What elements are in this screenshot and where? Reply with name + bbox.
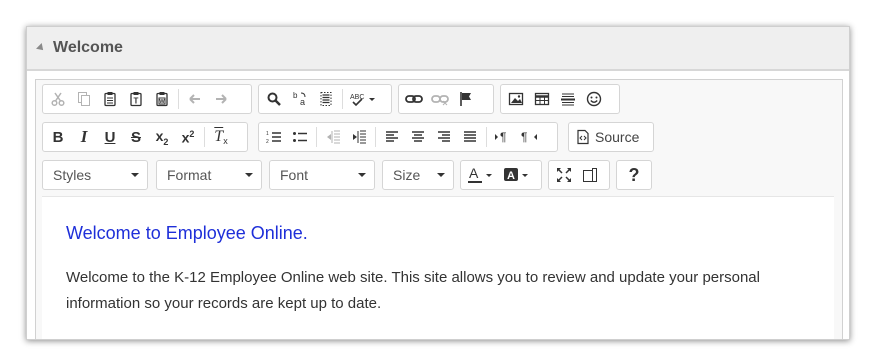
clipboard-group: T W (42, 84, 252, 114)
show-blocks-icon[interactable] (577, 162, 603, 188)
welcome-panel: Welcome T W b a ABC B I U S x2 x2 T x 1 … (26, 26, 850, 340)
svg-text:¶: ¶ (521, 130, 527, 144)
italic-icon[interactable]: I (71, 124, 97, 150)
format-dropdown[interactable]: Format (156, 160, 262, 190)
panel-title: Welcome (53, 39, 123, 56)
svg-text:A: A (469, 166, 479, 181)
size-dropdown[interactable]: Size (382, 160, 454, 190)
collapse-icon[interactable] (36, 43, 46, 53)
align-left-icon[interactable] (379, 124, 405, 150)
find-icon[interactable] (261, 86, 287, 112)
help-button[interactable]: ? (616, 160, 652, 190)
rich-text-editor: T W ba ABC B I U S x2 x2 T x 1 2 ¶ ¶ Sou… (35, 79, 843, 339)
rtl-icon[interactable]: ¶ (516, 124, 542, 150)
redo-icon[interactable] (208, 86, 234, 112)
copy-icon[interactable] (71, 86, 97, 112)
subscript-icon[interactable]: x2 (149, 124, 175, 150)
chevron-down-icon (437, 173, 445, 177)
image-icon[interactable] (503, 86, 529, 112)
source-label: Source (595, 129, 640, 145)
chevron-down-icon (245, 173, 253, 177)
link-group (398, 84, 494, 114)
find-group: ba ABC (258, 84, 392, 114)
cut-icon[interactable] (45, 86, 71, 112)
select-all-icon[interactable] (313, 86, 339, 112)
align-right-icon[interactable] (431, 124, 457, 150)
help-icon: ? (628, 164, 640, 185)
outdent-icon[interactable] (320, 124, 346, 150)
insert-group (500, 84, 620, 114)
basic-styles-group: B I U S x2 x2 Tx (42, 122, 248, 152)
undo-icon[interactable] (182, 86, 208, 112)
bold-icon[interactable]: B (45, 124, 71, 150)
justify-icon[interactable] (457, 124, 483, 150)
anchor-flag-icon[interactable] (453, 86, 479, 112)
indent-icon[interactable] (346, 124, 372, 150)
smiley-icon[interactable] (581, 86, 607, 112)
font-dropdown[interactable]: Font (269, 160, 375, 190)
numbered-list-icon[interactable]: 12 (261, 124, 287, 150)
welcome-paragraph: Welcome to the K-12 Employee Online web … (66, 269, 760, 312)
paragraph-group: 12 ¶ ¶ (258, 122, 558, 152)
table-icon[interactable] (529, 86, 555, 112)
source-icon (577, 129, 589, 145)
chevron-down-icon (358, 173, 366, 177)
styles-label: Styles (53, 167, 92, 183)
horizontal-line-icon[interactable] (555, 86, 581, 112)
unlink-icon[interactable] (427, 86, 453, 112)
bulleted-list-icon[interactable] (287, 124, 313, 150)
welcome-heading: Welcome to Employee Online. (66, 223, 308, 243)
chevron-down-icon (131, 173, 139, 177)
styles-dropdown[interactable]: Styles (42, 160, 148, 190)
colors-group: A A (460, 160, 542, 190)
svg-text:W: W (159, 99, 165, 105)
remove-format-icon[interactable]: Tx (208, 124, 234, 150)
svg-text:1: 1 (266, 131, 269, 137)
paste-text-icon[interactable]: T (123, 86, 149, 112)
svg-text:A: A (507, 170, 515, 182)
spellcheck-icon[interactable]: ABC (346, 86, 380, 112)
font-label: Font (280, 167, 309, 183)
text-color-icon[interactable]: A (463, 162, 499, 188)
underline-icon[interactable]: U (97, 124, 123, 150)
superscript-icon[interactable]: x2 (175, 124, 201, 150)
size-label: Size (393, 167, 421, 183)
format-label: Format (167, 167, 212, 183)
replace-icon[interactable]: ba (287, 86, 313, 112)
maximize-icon[interactable] (551, 162, 577, 188)
background-color-icon[interactable]: A (499, 162, 535, 188)
svg-text:ABC: ABC (350, 94, 364, 101)
source-button[interactable]: Source (568, 122, 654, 152)
svg-text:¶: ¶ (500, 130, 506, 144)
svg-text:b: b (293, 91, 298, 100)
svg-text:2: 2 (266, 139, 269, 145)
editor-toolbar: T W ba ABC B I U S x2 x2 T x 1 2 ¶ ¶ Sou… (36, 80, 842, 194)
tools-group (548, 160, 610, 190)
align-center-icon[interactable] (405, 124, 431, 150)
paste-word-icon[interactable]: W (149, 86, 175, 112)
ltr-icon[interactable]: ¶ (490, 124, 516, 150)
editor-content[interactable]: Welcome to Employee Online. Welcome to t… (42, 196, 834, 339)
paste-icon[interactable] (97, 86, 123, 112)
svg-text:T: T (134, 97, 139, 106)
svg-text:a: a (300, 97, 305, 107)
link-icon[interactable] (401, 86, 427, 112)
panel-header[interactable]: Welcome (27, 27, 849, 71)
strikethrough-icon[interactable]: S (123, 124, 149, 150)
